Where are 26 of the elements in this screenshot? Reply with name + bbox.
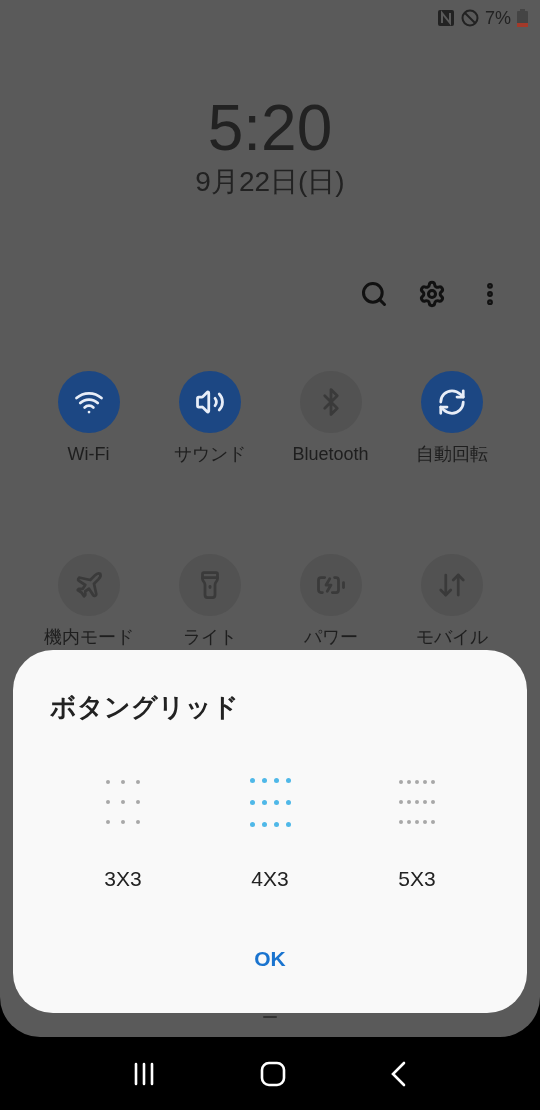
block-icon <box>461 9 479 27</box>
tile-label: Bluetooth <box>292 443 369 466</box>
nfc-icon <box>437 9 455 27</box>
grid-option[interactable]: 4X3 <box>222 777 318 895</box>
grid-option[interactable]: 3X3 <box>75 777 171 895</box>
tile-label: 自動回転 <box>415 443 488 466</box>
tile-label: Wi-Fi <box>67 443 110 466</box>
battery-icon <box>517 9 528 27</box>
tile-label: サウンド <box>173 443 246 466</box>
tile-label: 機内モード <box>43 626 134 649</box>
tile-label: パワー <box>303 626 358 649</box>
ok-button[interactable]: OK <box>238 938 302 978</box>
date-text: 9月22日(日) <box>195 165 345 199</box>
settings-icon[interactable] <box>418 280 446 308</box>
tile-label: ライト <box>182 626 237 649</box>
dialog-title: ボタングリッド <box>50 691 240 724</box>
search-icon[interactable] <box>360 280 388 308</box>
tile-label: モバイル <box>415 626 488 649</box>
back-icon[interactable] <box>390 1060 408 1087</box>
recents-icon[interactable] <box>132 1061 156 1086</box>
rotate-icon <box>436 387 467 417</box>
home-icon[interactable] <box>260 1060 286 1087</box>
grid-option[interactable]: 5X3 <box>369 777 465 895</box>
drag-handle <box>263 1016 277 1018</box>
battery-percent: 7% <box>485 6 511 30</box>
clock-time: 5:20 <box>207 92 333 164</box>
